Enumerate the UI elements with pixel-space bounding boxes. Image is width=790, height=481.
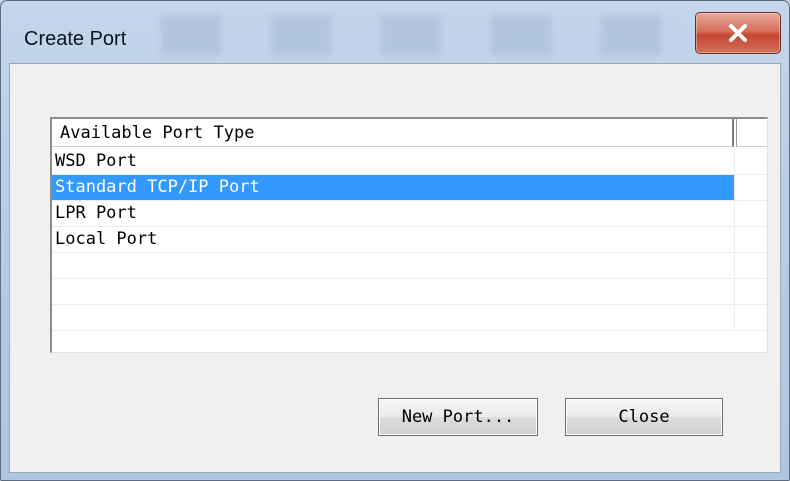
list-item-filler xyxy=(734,305,767,330)
list-item-filler xyxy=(734,227,767,252)
list-item-label: Local Port xyxy=(55,229,158,249)
list-header: Available Port Type xyxy=(52,119,767,149)
blurred-background xyxy=(161,15,681,55)
create-port-dialog: Create Port Available Port Type WSD Port… xyxy=(0,0,790,481)
list-item-empty xyxy=(52,253,767,279)
list-item[interactable]: Local Port xyxy=(52,227,767,253)
column-header-filler xyxy=(736,119,767,147)
list-item-empty xyxy=(52,279,767,305)
list-item-filler xyxy=(734,149,767,174)
list-item-filler xyxy=(734,175,767,200)
list-item[interactable]: LPR Port xyxy=(52,201,767,227)
column-header-available-port-type[interactable]: Available Port Type xyxy=(52,119,734,147)
close-icon xyxy=(729,24,747,42)
new-port-button[interactable]: New Port... xyxy=(378,398,538,436)
list-rows: WSD Port Standard TCP/IP Port LPR Port Loca… xyxy=(52,149,767,352)
title-bar[interactable]: Create Port xyxy=(1,1,789,63)
list-item-label: Standard TCP/IP Port xyxy=(52,175,734,200)
list-item-label: WSD Port xyxy=(55,151,137,171)
close-button[interactable]: Close xyxy=(565,398,723,436)
list-item-label: LPR Port xyxy=(55,203,137,223)
list-item-filler xyxy=(734,279,767,304)
close-window-button[interactable] xyxy=(695,12,781,54)
list-item-filler xyxy=(734,253,767,278)
list-item-label xyxy=(52,279,734,304)
window-title: Create Port xyxy=(24,28,127,50)
list-item-label xyxy=(52,253,734,278)
list-item[interactable]: Standard TCP/IP Port xyxy=(52,175,767,201)
dialog-body: Available Port Type WSD Port Standard TCP… xyxy=(9,63,781,473)
list-item-label xyxy=(52,305,734,330)
list-item[interactable]: WSD Port xyxy=(52,149,767,175)
list-item-empty xyxy=(52,305,767,331)
port-type-list[interactable]: Available Port Type WSD Port Standard TCP… xyxy=(50,117,768,353)
list-item-filler xyxy=(734,201,767,226)
